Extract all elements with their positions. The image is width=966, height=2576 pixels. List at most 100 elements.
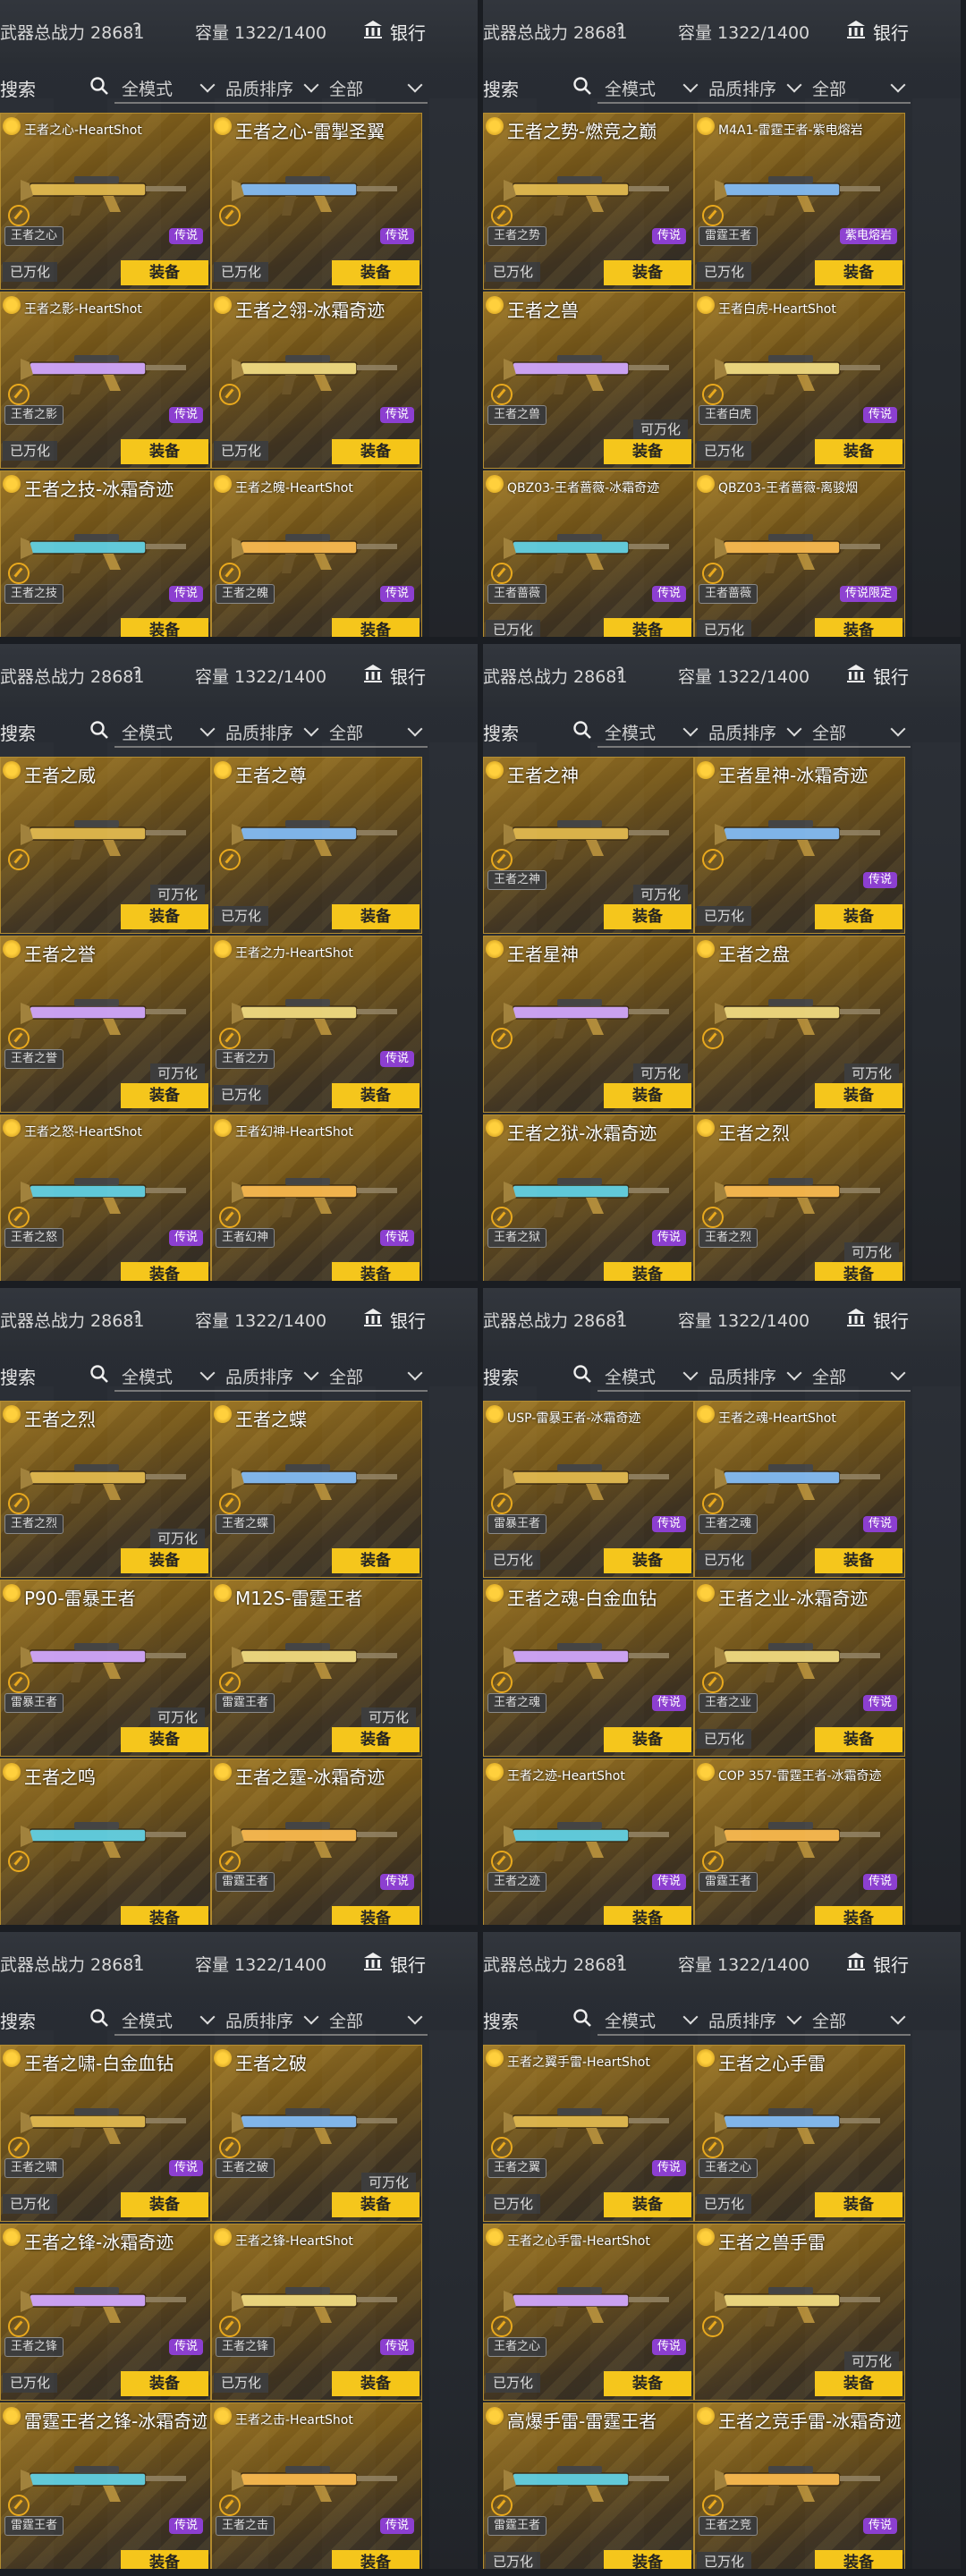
bank-button[interactable]: 银行 [873,1951,909,1977]
search-label[interactable]: 搜索 [0,75,36,101]
equip-button[interactable]: 装备 [332,1548,419,1573]
equip-button[interactable]: 装备 [815,2371,902,2396]
equip-button[interactable]: 装备 [332,260,419,285]
equip-button[interactable]: 装备 [121,260,208,285]
weapon-card[interactable]: 王者之神 王者之神 可万化 装备 [483,757,694,934]
search-label[interactable]: 搜索 [483,719,519,745]
weapon-card[interactable]: P90-雷暴王者 雷暴王者 可万化 装备 [0,1580,211,1757]
equip-button[interactable]: 装备 [121,439,208,464]
search-icon[interactable] [572,720,592,740]
bank-button[interactable]: 银行 [390,19,426,45]
bank-icon[interactable] [363,1952,383,1971]
equip-button[interactable]: 装备 [815,1548,902,1573]
weapon-card[interactable]: 王者之誉 王者之誉 可万化 装备 [0,936,211,1113]
weapon-card[interactable]: 王者星神 可万化 装备 [483,936,694,1113]
category-dropdown[interactable]: 全部 [322,2004,428,2036]
equip-button[interactable]: 装备 [815,1727,902,1752]
help-icon[interactable]: ? [615,664,624,683]
equip-button[interactable]: 装备 [332,904,419,929]
search-icon[interactable] [89,2008,109,2028]
weapon-card[interactable]: 王者之击-HeartShot 王者之击 传说 装备 [211,2402,422,2569]
equip-button[interactable]: 装备 [332,618,419,637]
mode-dropdown[interactable]: 全模式 [114,1360,220,1392]
equip-button[interactable]: 装备 [121,2192,208,2217]
bank-button[interactable]: 银行 [873,1307,909,1333]
weapon-card[interactable]: 王者之啸-白金血钻 王者之啸 传说 已万化 装备 [0,2045,211,2222]
weapon-card[interactable]: 王者之蝶 王者之蝶 装备 [211,1401,422,1578]
equip-button[interactable]: 装备 [815,2192,902,2217]
weapon-card[interactable]: 王者之影-HeartShot 王者之影 传说 已万化 装备 [0,292,211,469]
equip-button[interactable]: 装备 [604,1906,691,1925]
equip-button[interactable]: 装备 [121,618,208,637]
equip-button[interactable]: 装备 [604,439,691,464]
equip-button[interactable]: 装备 [604,904,691,929]
equip-button[interactable]: 装备 [815,2550,902,2569]
bank-button[interactable]: 银行 [390,1307,426,1333]
search-label[interactable]: 搜索 [483,2007,519,2033]
help-icon[interactable]: ? [615,1952,624,1971]
equip-button[interactable]: 装备 [332,1262,419,1281]
weapon-card[interactable]: 王者之破 王者之破 可万化 装备 [211,2045,422,2222]
equip-button[interactable]: 装备 [332,2192,419,2217]
weapon-card[interactable]: 王者之尊 已万化 装备 [211,757,422,934]
weapon-card[interactable]: 王者之技-冰霜奇迹 王者之技 传说 装备 [0,470,211,637]
equip-button[interactable]: 装备 [332,439,419,464]
weapon-card[interactable]: 王者之业-冰霜奇迹 王者之业 传说 已万化 装备 [694,1580,905,1757]
weapon-card[interactable]: 王者之魂-HeartShot 王者之魂 传说 已万化 装备 [694,1401,905,1578]
bank-button[interactable]: 银行 [873,663,909,689]
equip-button[interactable]: 装备 [815,439,902,464]
search-label[interactable]: 搜索 [0,719,36,745]
equip-button[interactable]: 装备 [332,2550,419,2569]
search-icon[interactable] [89,720,109,740]
weapon-card[interactable]: 王者之狱-冰霜奇迹 王者之狱 传说 装备 [483,1114,694,1281]
mode-dropdown[interactable]: 全模式 [114,72,220,104]
weapon-card[interactable]: 王者之锋-HeartShot 王者之锋 传说 已万化 装备 [211,2224,422,2401]
bank-button[interactable]: 银行 [873,19,909,45]
search-label[interactable]: 搜索 [483,1363,519,1389]
weapon-card[interactable]: 王者之怒-HeartShot 王者之怒 传说 装备 [0,1114,211,1281]
sort-dropdown[interactable]: 品质排序 [218,716,324,748]
sort-dropdown[interactable]: 品质排序 [218,72,324,104]
weapon-card[interactable]: 王者之霆-冰霜奇迹 雷霆王者 传说 装备 [211,1758,422,1925]
equip-button[interactable]: 装备 [815,260,902,285]
equip-button[interactable]: 装备 [121,1083,208,1108]
weapon-card[interactable]: 高爆手雷-雷霆王者 雷霆王者 已万化 装备 [483,2402,694,2569]
weapon-card[interactable]: 王者之兽 王者之兽 可万化 装备 [483,292,694,469]
help-icon[interactable]: ? [615,1308,624,1327]
weapon-card[interactable]: 王者之力-HeartShot 王者之力 传说 已万化 装备 [211,936,422,1113]
mode-dropdown[interactable]: 全模式 [114,716,220,748]
weapon-card[interactable]: COP 357-雷霆王者-冰霜奇迹 雷霆王者 传说 装备 [694,1758,905,1925]
weapon-card[interactable]: M4A1-雷霆王者-紫电熔岩 雷霆王者 紫电熔岩 已万化 装备 [694,113,905,290]
search-icon[interactable] [572,76,592,96]
weapon-card[interactable]: 王者之翼手雷-HeartShot 王者之翼 传说 已万化 装备 [483,2045,694,2222]
weapon-card[interactable]: 王者之烈 王者之烈 可万化 装备 [0,1401,211,1578]
sort-dropdown[interactable]: 品质排序 [701,716,807,748]
mode-dropdown[interactable]: 全模式 [597,72,703,104]
help-icon[interactable]: ? [132,1952,141,1971]
category-dropdown[interactable]: 全部 [805,1360,911,1392]
weapon-card[interactable]: 王者之魂-白金血钻 王者之魂 传说 装备 [483,1580,694,1757]
equip-button[interactable]: 装备 [815,904,902,929]
help-icon[interactable]: ? [132,664,141,683]
equip-button[interactable]: 装备 [604,1727,691,1752]
weapon-card[interactable]: 王者之心手雷-HeartShot 王者之心 传说 已万化 装备 [483,2224,694,2401]
search-label[interactable]: 搜索 [483,75,519,101]
category-dropdown[interactable]: 全部 [322,716,428,748]
weapon-card[interactable]: QBZ03-王者蔷薇-冰霜奇迹 王者蔷薇 传说 已万化 装备 [483,470,694,637]
weapon-card[interactable]: 王者之锋-冰霜奇迹 王者之锋 传说 已万化 装备 [0,2224,211,2401]
equip-button[interactable]: 装备 [332,1727,419,1752]
search-icon[interactable] [572,2008,592,2028]
bank-icon[interactable] [846,1308,866,1327]
equip-button[interactable]: 装备 [121,1548,208,1573]
equip-button[interactable]: 装备 [604,2192,691,2217]
bank-icon[interactable] [846,20,866,39]
sort-dropdown[interactable]: 品质排序 [218,1360,324,1392]
equip-button[interactable]: 装备 [815,1906,902,1925]
equip-button[interactable]: 装备 [121,2371,208,2396]
weapon-card[interactable]: 王者之翎-冰霜奇迹 传说 已万化 装备 [211,292,422,469]
bank-icon[interactable] [363,1308,383,1327]
weapon-card[interactable]: USP-雷暴王者-冰霜奇迹 雷暴王者 传说 已万化 装备 [483,1401,694,1578]
category-dropdown[interactable]: 全部 [805,72,911,104]
equip-button[interactable]: 装备 [121,2550,208,2569]
category-dropdown[interactable]: 全部 [805,2004,911,2036]
